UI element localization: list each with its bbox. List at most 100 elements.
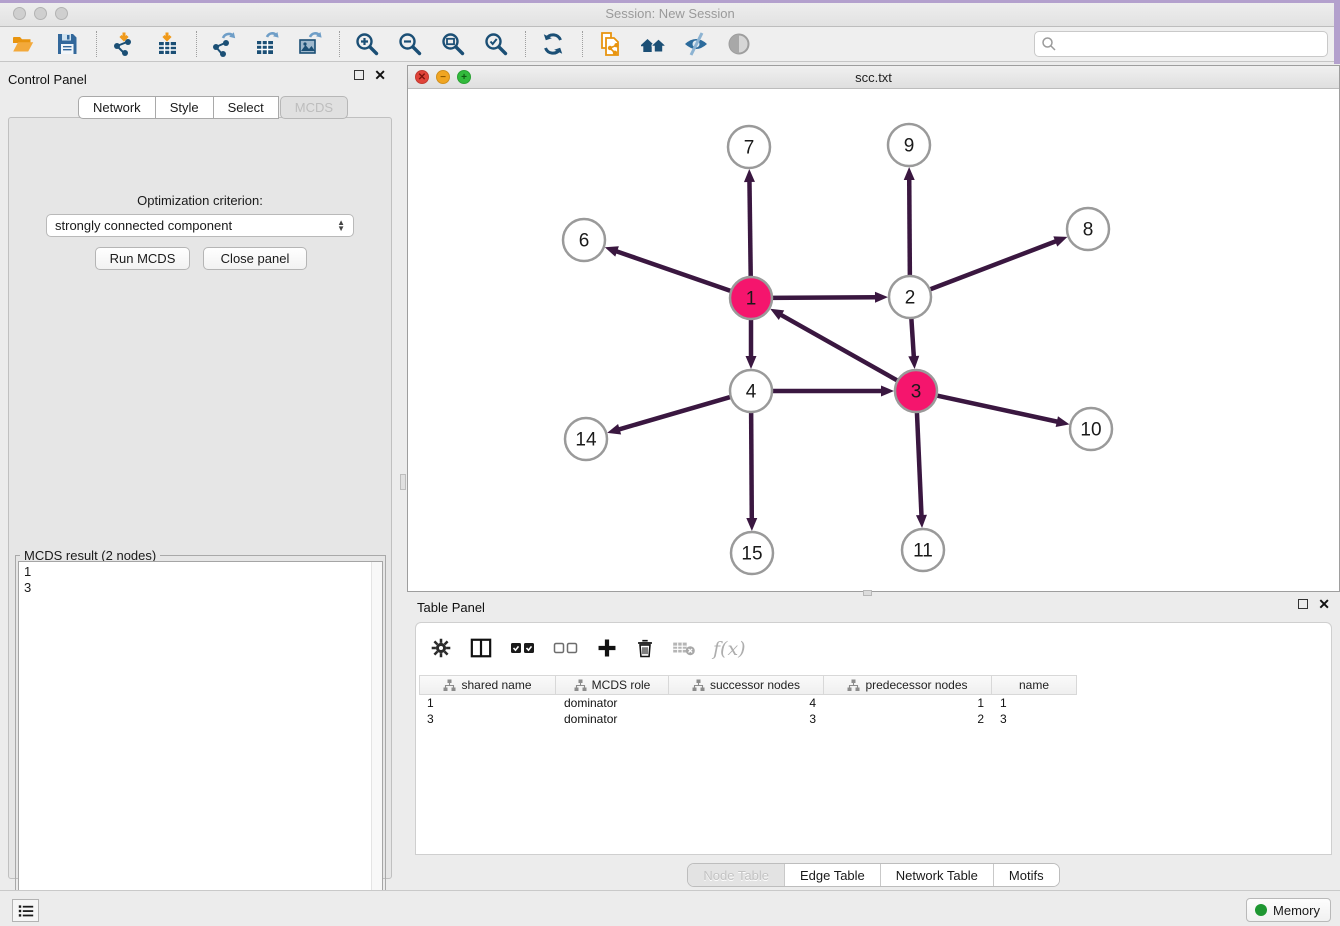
zoom-fit-icon[interactable]: [439, 30, 467, 58]
tab-network-table[interactable]: Network Table: [880, 864, 993, 886]
import-network-icon[interactable]: [110, 30, 138, 58]
graph-node-label-1: 1: [746, 289, 757, 310]
tab-network[interactable]: Network: [78, 96, 155, 119]
graph-edge-2-3[interactable]: [911, 316, 914, 358]
titlebar: Session: New Session: [0, 0, 1340, 27]
delete-row-icon[interactable]: [635, 637, 655, 662]
mcds-result-group: MCDS result (2 nodes) 1 3: [15, 555, 386, 926]
splitter-grip[interactable]: [400, 474, 406, 490]
deselect-all-icon[interactable]: [553, 639, 579, 660]
zoom-in-icon[interactable]: [353, 30, 381, 58]
graph-edge-3-11[interactable]: [917, 410, 922, 517]
graph-node-label-7: 7: [744, 138, 755, 159]
table-cell[interactable]: dominator: [556, 695, 669, 711]
application-window: Session: New Session: [0, 0, 1340, 926]
search-input[interactable]: [1057, 37, 1327, 52]
graph-edge-3-1[interactable]: [780, 314, 900, 381]
apply-layout-icon[interactable]: [539, 30, 567, 58]
float-table-panel-icon[interactable]: [1298, 599, 1308, 609]
table-row[interactable]: 3dominator323: [419, 711, 1077, 727]
export-network-icon[interactable]: [210, 30, 238, 58]
graph-node-label-9: 9: [904, 136, 915, 157]
tab-style[interactable]: Style: [155, 96, 213, 119]
graph-edge-1-6[interactable]: [615, 251, 733, 292]
table-cell[interactable]: 2: [824, 711, 992, 727]
table-header-row: shared nameMCDS rolesuccessor nodesprede…: [419, 675, 1077, 695]
column-header-shared-name[interactable]: shared name: [419, 675, 556, 695]
clone-network-icon[interactable]: [596, 30, 624, 58]
column-header-name[interactable]: name: [992, 675, 1077, 695]
network-window-title: scc.txt: [408, 70, 1339, 85]
graph-edge-arrowhead: [881, 386, 894, 397]
toolbar-separator: [196, 31, 197, 57]
column-header-predecessor-nodes[interactable]: predecessor nodes: [824, 675, 992, 695]
add-row-icon[interactable]: [596, 637, 618, 662]
tab-node-table[interactable]: Node Table: [688, 864, 784, 886]
graph-edge-4-14[interactable]: [618, 396, 733, 429]
network-window-titlebar[interactable]: ✕ − + scc.txt: [408, 66, 1339, 89]
show-column-icon[interactable]: [469, 637, 493, 662]
sort-hierarchy-icon: [443, 679, 456, 692]
zoom-selected-icon[interactable]: [482, 30, 510, 58]
close-panel-button[interactable]: Close panel: [203, 247, 307, 270]
import-table-icon[interactable]: [153, 30, 181, 58]
search-field[interactable]: [1034, 31, 1328, 57]
tab-mcds[interactable]: MCDS: [280, 96, 348, 119]
graph-edge-arrowhead: [908, 356, 919, 369]
table-container: f(x) shared nameMCDS rolesuccessor nodes…: [415, 622, 1332, 855]
graph-edge-arrowhead: [1056, 416, 1070, 427]
table-panel: Table Panel ✕ f(x) shared nameMCDS roles…: [407, 595, 1340, 890]
first-neighbors-icon[interactable]: [639, 30, 667, 58]
tab-motifs[interactable]: Motifs: [993, 864, 1059, 886]
select-all-icon[interactable]: [510, 639, 536, 660]
table-cell[interactable]: 3: [992, 711, 1077, 727]
table-toolbar: f(x): [430, 631, 746, 667]
graph-edge-arrowhead: [904, 167, 915, 180]
graph-edge-1-7[interactable]: [749, 180, 750, 279]
column-header-successor-nodes[interactable]: successor nodes: [669, 675, 824, 695]
export-table-icon[interactable]: [253, 30, 281, 58]
vertical-splitter[interactable]: [400, 62, 407, 890]
zoom-out-icon[interactable]: [396, 30, 424, 58]
table-cell[interactable]: 3: [669, 711, 824, 727]
show-hide-graphics-icon[interactable]: [682, 30, 710, 58]
close-panel-icon[interactable]: ✕: [374, 70, 386, 80]
run-mcds-button[interactable]: Run MCDS: [95, 247, 190, 270]
toolbar-separator: [339, 31, 340, 57]
tab-edge-table[interactable]: Edge Table: [784, 864, 880, 886]
task-history-button[interactable]: [12, 899, 39, 922]
save-session-icon[interactable]: [53, 30, 81, 58]
graph-edge-4-15[interactable]: [751, 410, 752, 520]
table-row[interactable]: 1dominator411: [419, 695, 1077, 711]
tab-select[interactable]: Select: [213, 96, 279, 119]
graph-svg: 7968124314101511: [408, 89, 1339, 591]
optimization-criterion-label: Optimization criterion:: [9, 193, 391, 208]
open-session-icon[interactable]: [10, 30, 38, 58]
column-header-MCDS-role[interactable]: MCDS role: [556, 675, 669, 695]
export-image-icon[interactable]: [296, 30, 324, 58]
close-table-panel-icon[interactable]: ✕: [1318, 599, 1330, 609]
table-cell[interactable]: 1: [992, 695, 1077, 711]
result-scrollbar[interactable]: [371, 562, 382, 926]
settings-gear-icon[interactable]: [430, 637, 452, 662]
mcds-tab-content: Optimization criterion: strongly connect…: [8, 117, 392, 879]
graph-edge-3-10[interactable]: [935, 395, 1059, 422]
table-cell[interactable]: 3: [419, 711, 556, 727]
table-tabgroup: Node TableEdge TableNetwork TableMotifs: [687, 863, 1059, 887]
table-cell[interactable]: 4: [669, 695, 824, 711]
graph-edge-2-8[interactable]: [928, 241, 1057, 290]
table-cell[interactable]: dominator: [556, 711, 669, 727]
graph-edge-1-2[interactable]: [770, 297, 877, 298]
graph-node-label-10: 10: [1080, 420, 1101, 441]
table-cell[interactable]: 1: [824, 695, 992, 711]
network-canvas[interactable]: 7968124314101511: [408, 89, 1339, 591]
graph-node-label-14: 14: [575, 430, 597, 451]
table-cell[interactable]: 1: [419, 695, 556, 711]
float-panel-icon[interactable]: [354, 70, 364, 80]
criterion-dropdown[interactable]: strongly connected component ▲▼: [46, 214, 354, 237]
graph-edge-arrowhead: [746, 518, 757, 531]
criterion-value: strongly connected component: [55, 218, 232, 233]
mcds-result-text[interactable]: 1 3: [18, 561, 383, 926]
memory-button[interactable]: Memory: [1246, 898, 1331, 922]
graph-edge-2-9[interactable]: [909, 178, 910, 278]
